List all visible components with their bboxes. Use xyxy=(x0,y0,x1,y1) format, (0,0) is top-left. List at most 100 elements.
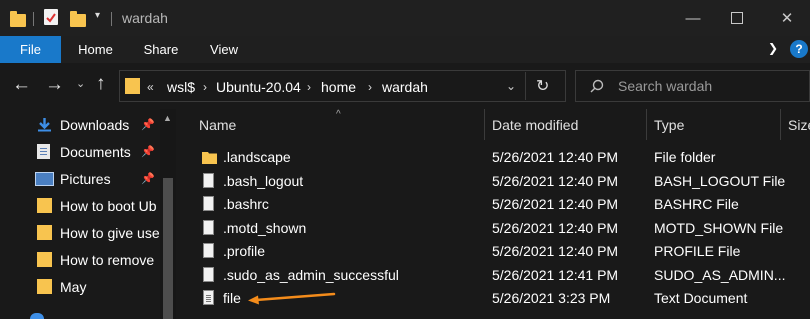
file-row-bash-logout[interactable]: .bash_logout 5/26/2021 12:40 PM BASH_LOG… xyxy=(185,170,810,194)
refresh-button[interactable]: ↻ xyxy=(536,76,549,96)
nav-item-folder-2[interactable]: How to give use xyxy=(0,219,160,246)
nav-item-label: May xyxy=(60,278,87,295)
breadcrumb-wsl[interactable]: wsl$ xyxy=(167,79,195,95)
properties-icon[interactable] xyxy=(44,9,58,25)
ribbon-tabs: File Home Share View ❯ ? xyxy=(0,36,810,63)
nav-item-folder-4[interactable]: May xyxy=(0,273,160,300)
chevron-down-icon: ⌄ xyxy=(76,78,86,90)
file-icon xyxy=(203,266,214,282)
nav-item-label: How to boot Ub xyxy=(60,197,157,214)
customize-toolbar-icon[interactable]: ▾ xyxy=(95,10,100,21)
chevron-right-icon[interactable]: › xyxy=(203,80,207,94)
download-icon xyxy=(38,118,51,132)
pin-icon[interactable]: 📌 xyxy=(141,118,155,131)
tab-home[interactable]: Home xyxy=(68,36,123,63)
column-divider[interactable] xyxy=(780,109,781,140)
nav-item-documents[interactable]: Documents 📌 xyxy=(0,138,160,165)
back-button[interactable]: ← xyxy=(12,75,31,95)
nav-item-label: Documents xyxy=(60,143,131,160)
file-type: File folder xyxy=(654,149,716,165)
forward-button[interactable]: → xyxy=(45,75,64,95)
search-icon xyxy=(590,79,604,93)
pin-icon[interactable]: 📌 xyxy=(141,172,155,185)
file-type: PROFILE File xyxy=(654,243,741,259)
documents-icon xyxy=(37,144,50,159)
column-header-date[interactable]: Date modified xyxy=(492,109,578,140)
file-type: SUDO_AS_ADMIN... xyxy=(654,266,786,283)
folder-icon xyxy=(202,152,217,164)
file-name: .bash_logout xyxy=(223,172,304,189)
column-header-type[interactable]: Type xyxy=(654,109,684,140)
column-header-name[interactable]: Name xyxy=(199,109,236,140)
text-file-icon xyxy=(203,290,214,305)
chevron-right-icon[interactable]: › xyxy=(307,80,311,94)
breadcrumb-home[interactable]: home xyxy=(321,79,356,95)
file-date: 5/26/2021 3:23 PM xyxy=(492,290,611,306)
arrow-left-icon: ← xyxy=(12,74,31,95)
file-date: 5/26/2021 12:40 PM xyxy=(492,172,619,189)
title-bar: ▾ wardah — ✕ xyxy=(0,0,810,36)
file-row-profile[interactable]: .profile 5/26/2021 12:40 PM PROFILE File xyxy=(185,240,810,264)
divider xyxy=(525,72,526,100)
file-date: 5/26/2021 12:40 PM xyxy=(492,219,619,236)
tab-view[interactable]: View xyxy=(198,36,250,63)
file-date: 5/26/2021 12:40 PM xyxy=(492,149,619,165)
scroll-up-icon[interactable]: ▲ xyxy=(163,113,172,123)
window-title: wardah xyxy=(122,10,168,26)
file-row-motd-shown[interactable]: .motd_shown 5/26/2021 12:40 PM MOTD_SHOW… xyxy=(185,217,810,241)
onedrive-icon[interactable] xyxy=(30,313,44,319)
divider xyxy=(33,12,34,26)
chevron-right-icon[interactable]: › xyxy=(368,80,372,94)
annotation-arrow xyxy=(248,292,336,305)
nav-item-label: Pictures xyxy=(60,170,111,187)
pictures-icon xyxy=(35,172,54,186)
folder-icon xyxy=(37,225,52,240)
expand-ribbon-icon[interactable]: ❯ xyxy=(768,41,778,55)
minimize-icon: — xyxy=(685,9,701,27)
new-folder-icon[interactable] xyxy=(70,11,86,27)
address-bar[interactable]: « wsl$ › Ubuntu-20.04 › home › wardah ⌄ … xyxy=(119,70,566,102)
tab-file[interactable]: File xyxy=(0,36,61,63)
nav-item-folder-3[interactable]: How to remove xyxy=(0,246,160,273)
file-name: .motd_shown xyxy=(223,219,307,236)
sort-ascending-icon: ^ xyxy=(336,109,341,120)
file-icon xyxy=(203,219,214,235)
folder-icon xyxy=(37,252,52,267)
breadcrumb-wardah[interactable]: wardah xyxy=(382,79,428,95)
overflow-chevron[interactable]: « xyxy=(147,80,154,94)
refresh-icon: ↻ xyxy=(536,78,550,95)
file-date: 5/26/2021 12:40 PM xyxy=(492,243,619,259)
divider xyxy=(111,12,112,26)
search-input[interactable]: Search wardah xyxy=(618,78,712,94)
close-button[interactable]: ✕ xyxy=(764,0,810,36)
pin-icon[interactable]: 📌 xyxy=(141,145,155,158)
nav-item-folder-1[interactable]: How to boot Ub xyxy=(0,192,160,219)
address-row: ← → ⌄ ↑ « wsl$ › Ubuntu-20.04 › home › w… xyxy=(0,63,810,109)
scrollbar-thumb[interactable] xyxy=(163,178,173,319)
help-icon[interactable]: ? xyxy=(790,40,808,58)
column-header-size[interactable]: Size xyxy=(788,109,810,140)
search-box[interactable]: Search wardah xyxy=(575,70,810,102)
file-date: 5/26/2021 12:40 PM xyxy=(492,196,619,212)
file-row-sudo-as-admin[interactable]: .sudo_as_admin_successful 5/26/2021 12:4… xyxy=(185,264,810,288)
column-divider[interactable] xyxy=(484,109,485,140)
column-divider[interactable] xyxy=(646,109,647,140)
file-type: MOTD_SHOWN File xyxy=(654,219,784,236)
maximize-button[interactable] xyxy=(714,0,760,36)
nav-item-downloads[interactable]: Downloads 📌 xyxy=(0,111,160,138)
file-row-landscape[interactable]: .landscape 5/26/2021 12:40 PM File folde… xyxy=(185,146,810,170)
minimize-button[interactable]: — xyxy=(670,0,716,36)
up-button[interactable]: ↑ xyxy=(96,74,106,94)
folder-icon xyxy=(37,198,52,213)
maximize-icon xyxy=(731,12,743,24)
recent-locations-button[interactable]: ⌄ xyxy=(76,77,85,90)
nav-item-label: Downloads xyxy=(60,116,130,133)
nav-item-label: How to give use xyxy=(60,224,160,241)
file-icon xyxy=(203,196,214,211)
tab-share[interactable]: Share xyxy=(133,36,189,63)
nav-item-pictures[interactable]: Pictures 📌 xyxy=(0,165,160,192)
folder-icon xyxy=(37,279,52,294)
file-row-bashrc[interactable]: .bashrc 5/26/2021 12:40 PM BASHRC File xyxy=(185,193,810,217)
breadcrumb-ubuntu[interactable]: Ubuntu-20.04 xyxy=(216,79,301,95)
address-dropdown-button[interactable]: ⌄ xyxy=(506,79,516,93)
